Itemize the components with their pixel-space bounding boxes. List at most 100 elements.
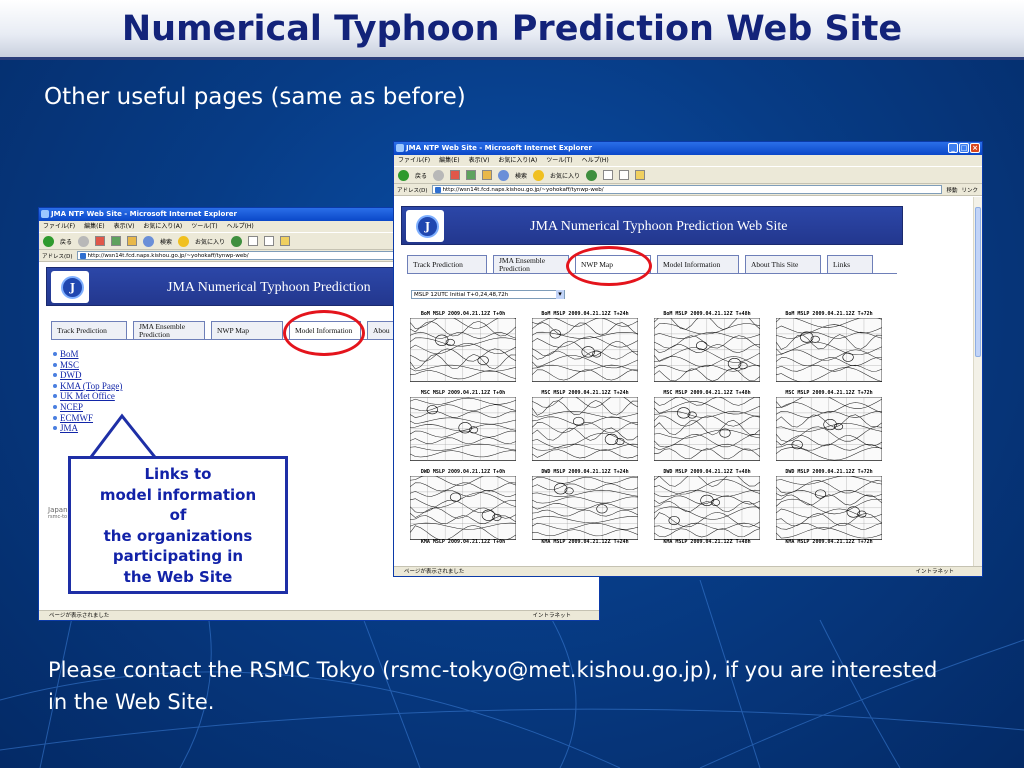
menu-favorites[interactable]: お気に入り(A): [143, 221, 182, 232]
nwp-map-thumbnail[interactable]: DWD MSLP 2009.04.21.12Z T+24h KMA MSLP 20…: [526, 469, 644, 545]
menu-help[interactable]: ヘルプ(H): [227, 221, 254, 232]
tab-about-this-site[interactable]: About This Site: [745, 255, 821, 273]
jma-logo-icon: [406, 210, 444, 242]
slide-title-bar: Numerical Typhoon Prediction Web Site: [0, 0, 1024, 60]
nwp-map-thumbnail[interactable]: BoM MSLP 2009.04.21.12Z T+24h: [526, 311, 644, 387]
left-statusbar: ページが表示されました イントラネット: [39, 610, 599, 620]
menu-file[interactable]: ファイル(F): [43, 221, 75, 232]
nwp-map-thumbnail[interactable]: BoM MSLP 2009.04.21.12Z T+0h: [404, 311, 522, 387]
map-label: BoM MSLP 2009.04.21.12Z T+48h: [663, 311, 751, 317]
link-dwd[interactable]: DWD: [53, 370, 122, 381]
scrollbar-thumb[interactable]: [975, 207, 981, 357]
favorites-button-label[interactable]: お気に入り: [550, 171, 580, 180]
link-ukmo[interactable]: UK Met Office: [53, 391, 122, 402]
maximize-icon[interactable]: □: [959, 143, 969, 153]
pressure-map-image: [654, 397, 760, 461]
map-label: KMA MSLP 2009.04.21.12Z T+48h: [663, 539, 751, 545]
folder-icon[interactable]: [635, 170, 646, 180]
stop-icon[interactable]: [450, 170, 461, 180]
callout-box: Links to model information of the organi…: [68, 456, 288, 594]
nwp-map-thumbnail[interactable]: MSC MSLP 2009.04.21.12Z T+48h: [648, 390, 766, 466]
favorites-icon[interactable]: [178, 235, 190, 247]
menu-view[interactable]: 表示(V): [469, 155, 490, 166]
pressure-map-image: [776, 318, 882, 382]
tab-jma-ensemble[interactable]: JMA Ensemble Prediction: [493, 255, 569, 273]
link-kma[interactable]: KMA (Top Page): [53, 381, 122, 392]
map-label: MSC MSLP 2009.04.21.12Z T+24h: [541, 390, 629, 396]
minimize-icon[interactable]: _: [948, 143, 958, 153]
go-button[interactable]: 移動: [946, 186, 961, 194]
forward-icon[interactable]: [433, 169, 445, 181]
back-button-label[interactable]: 戻る: [415, 171, 427, 180]
map-label: KMA MSLP 2009.04.21.12Z T+0h: [420, 539, 506, 545]
page-footer: Japan rsmc-to: [48, 506, 68, 520]
favorites-button-label[interactable]: お気に入り: [195, 237, 225, 246]
menu-help[interactable]: ヘルプ(H): [582, 155, 609, 166]
stop-icon[interactable]: [95, 236, 106, 246]
right-toolbar: 戻る 検索 お気に入り: [394, 166, 982, 184]
home-icon[interactable]: [127, 236, 138, 246]
map-product-select[interactable]: MSLP 12UTC Initial T+0,24,48,72h: [411, 290, 565, 299]
tab-jma-ensemble[interactable]: JMA Ensemble Prediction: [133, 321, 205, 339]
menu-edit[interactable]: 編集(E): [84, 221, 104, 232]
menu-edit[interactable]: 編集(E): [439, 155, 459, 166]
tab-links[interactable]: Links: [827, 255, 873, 273]
close-icon[interactable]: ×: [970, 143, 980, 153]
status-zone: イントラネット: [915, 569, 954, 575]
nwp-map-thumbnail[interactable]: MSC MSLP 2009.04.21.12Z T+24h: [526, 390, 644, 466]
nwp-map-thumbnail[interactable]: MSC MSLP 2009.04.21.12Z T+0h: [404, 390, 522, 466]
site-banner-title: JMA Numerical Typhoon Prediction Web Sit…: [530, 219, 788, 234]
map-label: DWD MSLP 2009.04.21.12Z T+0h: [420, 469, 506, 475]
refresh-icon[interactable]: [111, 236, 122, 246]
mail-icon[interactable]: [603, 170, 614, 180]
nwp-map-thumbnail[interactable]: DWD MSLP 2009.04.21.12Z T+48h KMA MSLP 20…: [648, 469, 766, 545]
menu-view[interactable]: 表示(V): [114, 221, 135, 232]
folder-icon[interactable]: [280, 236, 291, 246]
menu-tools[interactable]: ツール(T): [191, 221, 217, 232]
favorites-icon[interactable]: [533, 169, 545, 181]
tab-model-information[interactable]: Model Information: [657, 255, 739, 273]
map-label: DWD MSLP 2009.04.21.12Z T+24h: [541, 469, 629, 475]
search-button-label[interactable]: 検索: [515, 171, 527, 180]
forward-icon[interactable]: [78, 235, 90, 247]
address-input[interactable]: http://wsn14t.fcd.naps.kishou.go.jp/~yoh…: [431, 185, 943, 194]
nwp-map-thumbnail[interactable]: DWD MSLP 2009.04.21.12Z T+0h KMA MSLP 200…: [404, 469, 522, 545]
menu-favorites[interactable]: お気に入り(A): [498, 155, 537, 166]
back-icon[interactable]: [398, 169, 409, 181]
pressure-map-image: [410, 318, 516, 382]
back-icon[interactable]: [43, 235, 54, 247]
history-icon[interactable]: [586, 169, 598, 181]
menu-tools[interactable]: ツール(T): [546, 155, 572, 166]
tab-nwp-map[interactable]: NWP Map: [211, 321, 283, 339]
print-icon[interactable]: [619, 170, 630, 180]
mail-icon[interactable]: [248, 236, 259, 246]
nwp-map-thumbnail[interactable]: BoM MSLP 2009.04.21.12Z T+48h: [648, 311, 766, 387]
address-label: アドレス(D): [397, 187, 428, 194]
nwp-map-thumbnail[interactable]: BoM MSLP 2009.04.21.12Z T+72h: [770, 311, 888, 387]
search-button-label[interactable]: 検索: [160, 237, 172, 246]
link-bom[interactable]: BoM: [53, 349, 122, 360]
vertical-scrollbar[interactable]: [973, 197, 982, 566]
links-button[interactable]: リンク: [961, 186, 982, 194]
nwp-map-thumbnail[interactable]: MSC MSLP 2009.04.21.12Z T+72h: [770, 390, 888, 466]
print-icon[interactable]: [264, 236, 275, 246]
pressure-map-image: [776, 397, 882, 461]
site-banner: JMA Numerical Typhoon Prediction Web Sit…: [401, 206, 903, 245]
nwp-map-grid: BoM MSLP 2009.04.21.12Z T+0h BoM MSLP 200…: [404, 311, 888, 545]
history-icon[interactable]: [231, 235, 243, 247]
back-button-label[interactable]: 戻る: [60, 237, 72, 246]
map-label: DWD MSLP 2009.04.21.12Z T+48h: [663, 469, 751, 475]
search-icon[interactable]: [498, 169, 510, 181]
menu-file[interactable]: ファイル(F): [398, 155, 430, 166]
nwp-map-thumbnail[interactable]: DWD MSLP 2009.04.21.12Z T+72h KMA MSLP 20…: [770, 469, 888, 545]
site-banner-title: JMA Numerical Typhoon Prediction: [167, 280, 371, 295]
refresh-icon[interactable]: [466, 170, 477, 180]
tab-track-prediction[interactable]: Track Prediction: [51, 321, 127, 339]
pressure-map-image: [776, 476, 882, 540]
right-window-titlebar: JMA NTP Web Site - Microsoft Internet Ex…: [394, 142, 982, 155]
link-ncep[interactable]: NCEP: [53, 402, 122, 413]
home-icon[interactable]: [482, 170, 493, 180]
tab-track-prediction[interactable]: Track Prediction: [407, 255, 487, 273]
search-icon[interactable]: [143, 235, 155, 247]
link-msc[interactable]: MSC: [53, 360, 122, 371]
